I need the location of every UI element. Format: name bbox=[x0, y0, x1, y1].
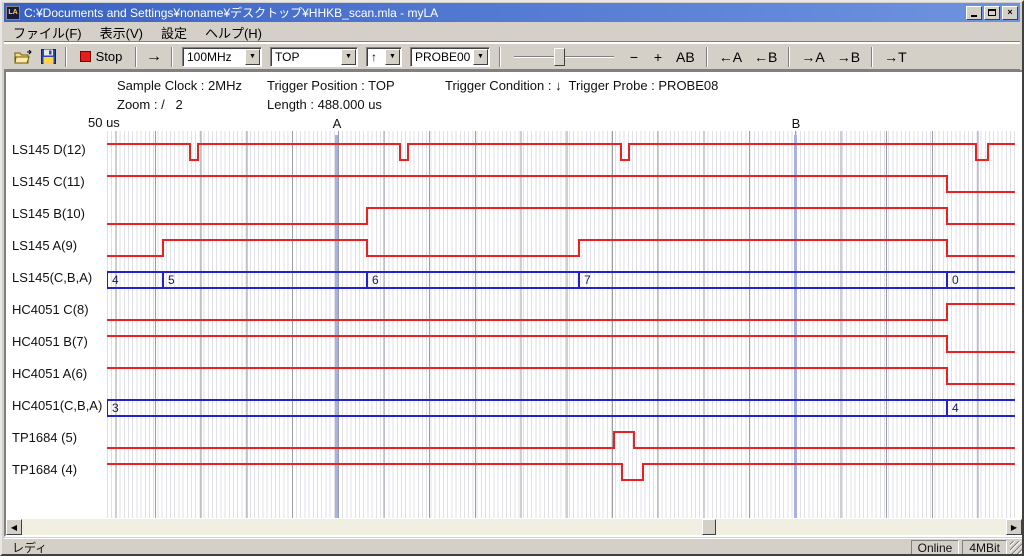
goto-marker-a-button[interactable]: ←A bbox=[713, 46, 748, 68]
window-title: C:¥Documents and Settings¥noname¥デスクトップ¥… bbox=[24, 4, 964, 21]
signal-label: LS145 B(10) bbox=[12, 206, 106, 222]
set-marker-a-button[interactable]: →A bbox=[795, 46, 830, 68]
signal-label: LS145(C,B,A) bbox=[12, 270, 106, 286]
wave-trace bbox=[107, 304, 1015, 320]
signal-label: LS145 C(11) bbox=[12, 174, 106, 190]
trigger-probe-dropdown[interactable]: PROBE00 ▼ bbox=[410, 47, 490, 67]
title-bar[interactable]: LA C:¥Documents and Settings¥noname¥デスクト… bbox=[4, 3, 1020, 22]
status-message: レディ bbox=[4, 539, 911, 556]
close-button[interactable]: × bbox=[1002, 6, 1018, 20]
chevron-down-icon[interactable]: ▼ bbox=[473, 49, 488, 65]
menu-help[interactable]: ヘルプ(H) bbox=[196, 22, 271, 43]
goto-marker-b-button[interactable]: ←B bbox=[748, 46, 783, 68]
wave-trace bbox=[107, 336, 1015, 352]
toolbar-separator bbox=[706, 47, 708, 67]
signal-label: HC4051 C(8) bbox=[12, 302, 106, 318]
open-folder-icon bbox=[14, 50, 32, 64]
sample-clock-dropdown[interactable]: 100MHz ▼ bbox=[182, 47, 262, 67]
wave-trace bbox=[107, 432, 1015, 448]
run-button[interactable]: → bbox=[142, 46, 166, 68]
chevron-down-icon[interactable]: ▼ bbox=[341, 49, 356, 65]
scrollbar-thumb[interactable] bbox=[702, 519, 716, 535]
app-window: LA C:¥Documents and Settings¥noname¥デスクト… bbox=[0, 0, 1024, 556]
time-scale-label: 50 us bbox=[88, 115, 120, 130]
status-bar: レディ Online 4MBit bbox=[4, 538, 1024, 556]
goto-trigger-button[interactable]: →T bbox=[878, 46, 913, 68]
minimize-icon bbox=[971, 9, 977, 17]
bus-value: 3 bbox=[112, 401, 119, 415]
menu-view[interactable]: 表示(V) bbox=[91, 22, 152, 43]
set-marker-b-button[interactable]: →B bbox=[831, 46, 866, 68]
menu-settings[interactable]: 設定 bbox=[152, 22, 196, 43]
sample-clock-value: 100MHz bbox=[183, 50, 245, 64]
wave-trace bbox=[107, 208, 1015, 224]
resize-grip[interactable] bbox=[1010, 541, 1023, 554]
wave-trace bbox=[107, 144, 1015, 160]
signal-label: LS145 D(12) bbox=[12, 142, 106, 158]
status-online-panel: Online bbox=[911, 540, 960, 555]
toolbar: Stop → 100MHz ▼ TOP ▼ ↑ ▼ PROBE00 ▼ − + bbox=[4, 43, 1020, 70]
chevron-down-icon[interactable]: ▼ bbox=[245, 49, 260, 65]
status-memory-panel: 4MBit bbox=[962, 540, 1007, 555]
signal-label: LS145 A(9) bbox=[12, 238, 106, 254]
toolbar-separator bbox=[499, 47, 501, 67]
save-floppy-icon bbox=[41, 49, 56, 64]
menu-file[interactable]: ファイル(F) bbox=[4, 22, 91, 43]
signal-label: TP1684 (5) bbox=[12, 430, 106, 446]
open-file-button[interactable] bbox=[10, 46, 36, 68]
zoom-info: Zoom : / 2 bbox=[117, 97, 183, 112]
menu-bar: ファイル(F) 表示(V) 設定 ヘルプ(H) bbox=[4, 23, 1020, 42]
horizontal-scrollbar[interactable]: ◀ ▶ bbox=[6, 519, 1022, 535]
signal-label: HC4051(C,B,A) bbox=[12, 398, 106, 414]
trigger-condition-info: Trigger Condition : ↓ Trigger Probe : PR… bbox=[445, 78, 718, 93]
close-icon: × bbox=[1007, 8, 1012, 17]
toolbar-separator bbox=[135, 47, 137, 67]
trigger-position-value: TOP bbox=[271, 50, 341, 64]
marker-b-label: B bbox=[786, 116, 806, 131]
bus-value: 7 bbox=[584, 273, 591, 287]
show-ab-button[interactable]: AB bbox=[670, 46, 701, 68]
scroll-right-button[interactable]: ▶ bbox=[1006, 519, 1022, 535]
wave-trace bbox=[107, 176, 1015, 192]
stop-icon bbox=[80, 51, 91, 62]
trigger-edge-dropdown[interactable]: ↑ ▼ bbox=[366, 47, 402, 67]
bus-value: 6 bbox=[372, 273, 379, 287]
bus-value: 4 bbox=[112, 273, 119, 287]
app-icon: LA bbox=[6, 6, 20, 20]
waveform-plot: 4 5 6 7 0 3 4 bbox=[107, 132, 1015, 518]
trigger-position-dropdown[interactable]: TOP ▼ bbox=[270, 47, 358, 67]
toolbar-separator bbox=[171, 47, 173, 67]
stop-button[interactable]: Stop bbox=[72, 46, 130, 68]
wave-trace bbox=[107, 464, 1015, 480]
toolbar-separator bbox=[788, 47, 790, 67]
trigger-probe-value: PROBE00 bbox=[411, 50, 473, 64]
bus-value: 5 bbox=[168, 273, 175, 287]
maximize-icon bbox=[988, 9, 996, 16]
bus-value: 4 bbox=[952, 401, 959, 415]
marker-a-label: A bbox=[327, 116, 347, 131]
toolbar-separator bbox=[65, 47, 67, 67]
wave-trace bbox=[107, 240, 1015, 256]
zoom-out-button[interactable]: − bbox=[622, 46, 646, 68]
bus-value: 0 bbox=[952, 273, 959, 287]
toolbar-separator bbox=[871, 47, 873, 67]
signal-label: TP1684 (4) bbox=[12, 462, 106, 478]
slider-thumb[interactable] bbox=[554, 48, 565, 66]
sample-clock-info: Sample Clock : 2MHz bbox=[117, 78, 242, 93]
wave-trace bbox=[107, 368, 1015, 384]
run-arrow-icon: → bbox=[146, 49, 162, 65]
minimize-button[interactable] bbox=[966, 6, 982, 20]
signal-label: HC4051 B(7) bbox=[12, 334, 106, 350]
trigger-position-info: Trigger Position : TOP bbox=[267, 78, 395, 93]
save-button[interactable] bbox=[36, 46, 60, 68]
signal-label: HC4051 A(6) bbox=[12, 366, 106, 382]
chevron-down-icon[interactable]: ▼ bbox=[385, 49, 400, 65]
trigger-edge-value: ↑ bbox=[367, 50, 385, 64]
length-info: Length : 488.000 us bbox=[267, 97, 382, 112]
stop-label: Stop bbox=[96, 49, 123, 64]
zoom-in-button[interactable]: + bbox=[646, 46, 670, 68]
maximize-button[interactable] bbox=[984, 6, 1000, 20]
zoom-slider[interactable] bbox=[514, 47, 614, 67]
scroll-left-button[interactable]: ◀ bbox=[6, 519, 22, 535]
